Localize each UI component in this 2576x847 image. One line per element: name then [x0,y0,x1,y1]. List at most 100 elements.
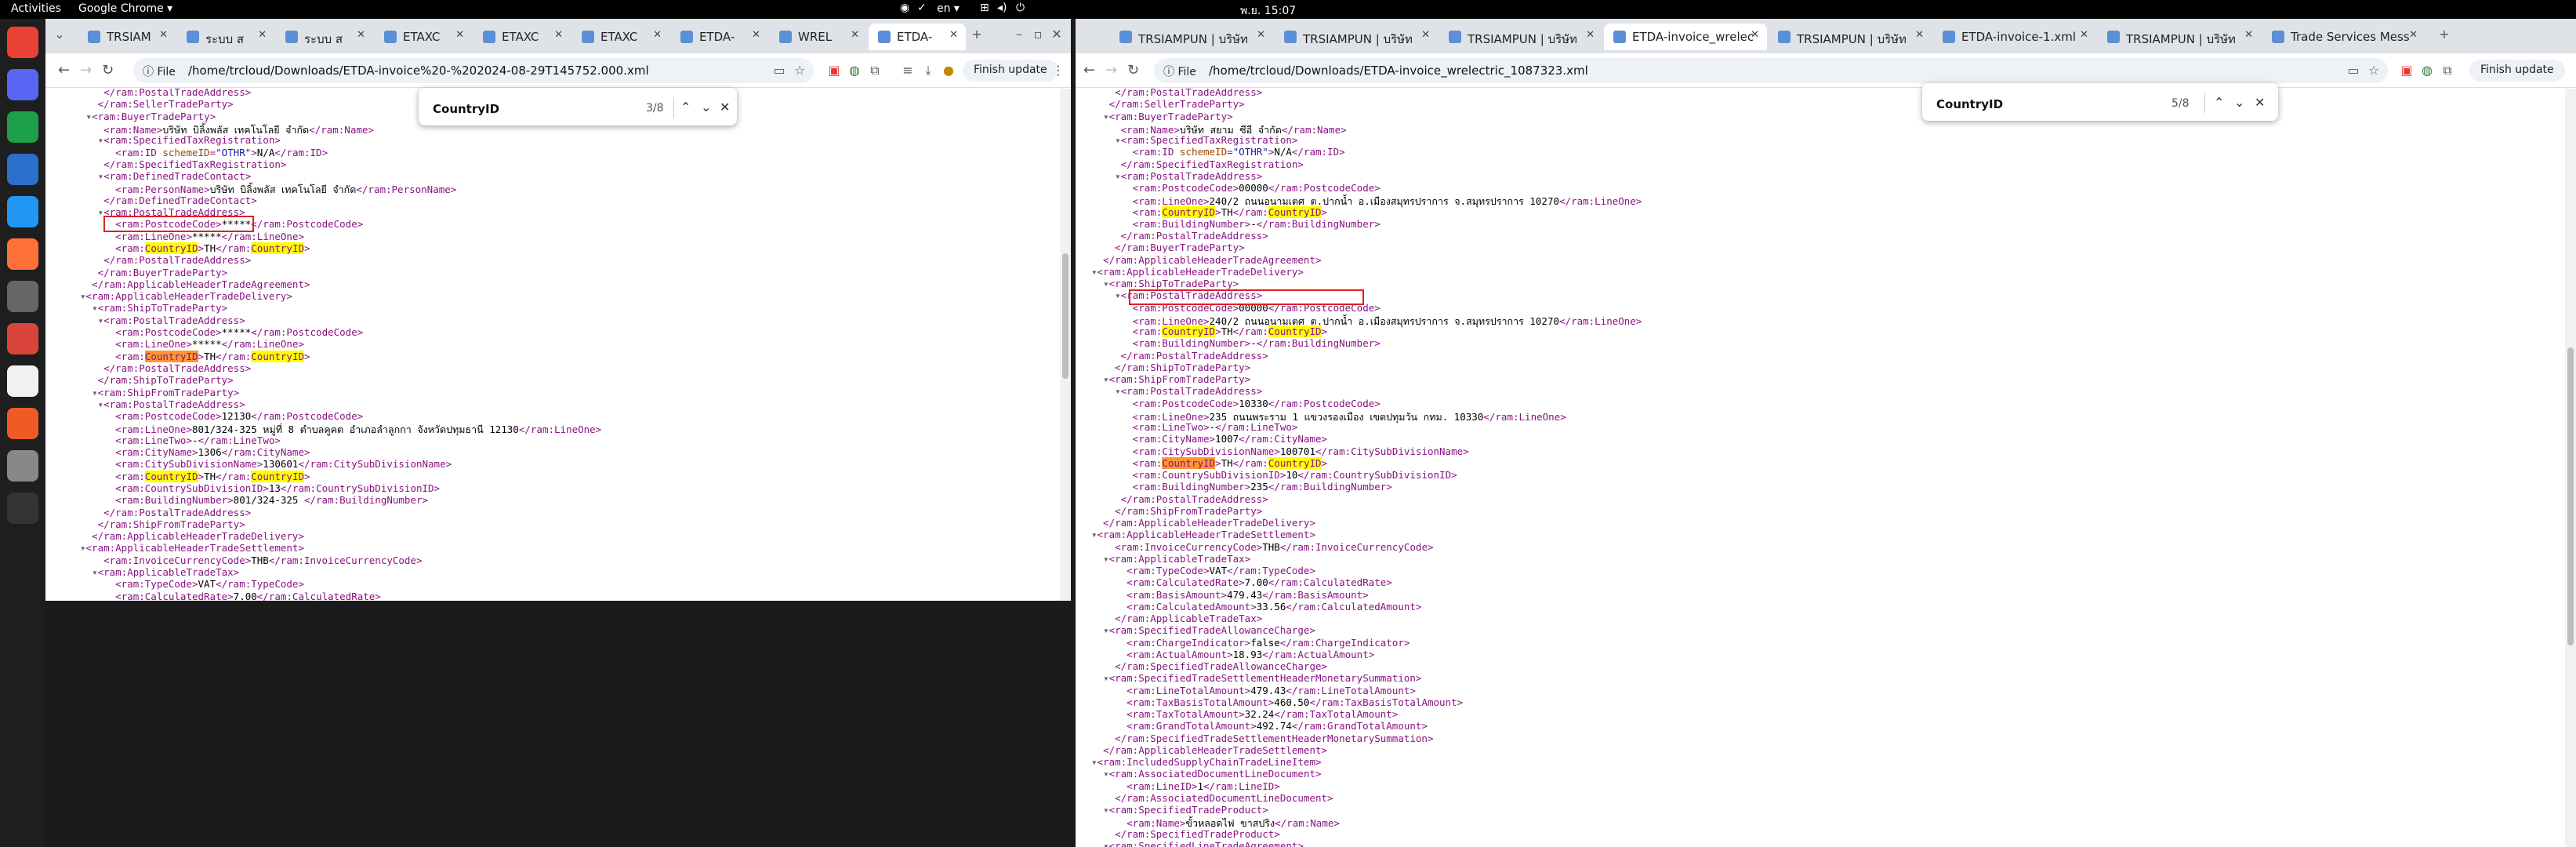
tab-close-icon[interactable]: ✕ [2080,29,2088,41]
browser-tab[interactable]: ETDA- ✕ [671,24,768,50]
find-previous-icon[interactable]: ⌃ [680,100,691,115]
tab-close-icon[interactable]: ✕ [2409,29,2418,41]
page-info-icon[interactable]: ▭ [2346,63,2361,78]
reload-icon[interactable]: ↻ [102,62,114,78]
new-tab-button[interactable]: + [2436,27,2452,42]
input-language-indicator[interactable]: en ▾ [937,2,960,15]
tab-close-icon[interactable]: ✕ [159,29,168,41]
network-tray-icon[interactable]: ✓ [917,2,927,14]
discord-icon[interactable] [7,69,38,100]
browser-tab[interactable]: ระบบ ส ✕ [276,24,373,50]
back-icon[interactable]: ← [58,62,70,78]
tab-close-icon[interactable]: ✕ [455,29,464,41]
tab-close-icon[interactable]: ✕ [554,29,563,41]
browser-tab[interactable]: TRSIAMPUN | บริษัท ✕ [1769,24,1932,50]
browser-tab[interactable]: TRSIAM ✕ [78,24,176,50]
extensions-puzzle-icon[interactable]: ⧉ [2440,63,2455,78]
address-bar[interactable]: ⓘ File /home/trcloud/Downloads/ETDA-invo… [1154,58,2388,83]
libreoffice-writer-icon[interactable] [7,154,38,185]
profile-avatar[interactable]: ● [941,63,956,78]
calculator-icon[interactable] [7,281,38,312]
reload-icon[interactable]: ↻ [1127,62,1139,78]
browser-tab[interactable]: ETAXC ✕ [375,24,472,50]
activities-button[interactable]: Activities [11,2,61,15]
power-icon[interactable]: ⏻ [1016,2,1025,14]
browser-tab[interactable]: ETDA- ✕ [869,24,966,50]
scrollbar-thumb[interactable] [2567,347,2574,645]
tab-close-icon[interactable]: ✕ [1421,29,1430,41]
tab-close-icon[interactable]: ✕ [2244,29,2253,41]
tab-close-icon[interactable]: ✕ [1751,29,1759,41]
find-input[interactable]: CountryID [1936,97,2003,111]
extension-icon-2[interactable]: ◍ [847,63,862,78]
extension-icon-1[interactable]: ▣ [2399,63,2415,78]
extension-icon-2[interactable]: ◍ [2419,63,2435,78]
chrome-icon[interactable] [7,27,38,58]
forward-icon[interactable]: → [80,62,92,78]
tab-close-icon[interactable]: ✕ [851,29,859,41]
browser-tab[interactable]: TRSIAMPUN | บริษัท ✕ [1275,24,1438,50]
finish-update-button[interactable]: Finish update [963,60,1058,82]
tab-close-icon[interactable]: ✕ [357,29,365,41]
minimize-button[interactable]: – [1011,27,1027,42]
page-info-icon[interactable]: ▭ [771,63,787,78]
close-window-button[interactable]: ✕ [1049,27,1065,42]
browser-tab[interactable]: Trade Services Mess ✕ [2262,24,2425,50]
tab-close-icon[interactable]: ✕ [1915,29,1924,41]
address-bar[interactable]: ⓘ File /home/trcloud/Downloads/ETDA-invo… [133,58,814,83]
discord-tray-icon[interactable]: ◉ [900,2,909,14]
browser-tab[interactable]: TRSIAMPUN | บริษัท ✕ [1439,24,1602,50]
browser-tab[interactable]: ETAXC ✕ [572,24,669,50]
maximize-button[interactable]: ▫ [1030,27,1046,42]
url-text[interactable]: /home/trcloud/Downloads/ETDA-invoice_wre… [1209,64,1588,78]
scrollbar[interactable] [2565,89,2576,847]
volume-icon[interactable]: ◂) [997,2,1007,14]
printer-icon[interactable] [7,450,38,482]
xml-line: <ram:CalculatedAmount>33.56</ram:Calcula… [1091,600,1422,613]
tab-close-icon[interactable]: ✕ [653,29,662,41]
extensions-puzzle-icon[interactable]: ⧉ [867,63,883,78]
tab-close-icon[interactable]: ✕ [1586,29,1595,41]
apps-grid-icon[interactable] [7,493,38,524]
tab-close-icon[interactable]: ✕ [949,29,958,41]
bookmark-star-icon[interactable]: ☆ [2366,63,2382,78]
forward-icon[interactable]: → [1105,62,1117,78]
browser-menu-icon[interactable]: ⋮ [1050,63,1066,78]
clock[interactable]: พ.ย. 15:07 [1240,2,1296,20]
browser-tab[interactable]: ETDA-invoice_wrelec ✕ [1604,24,1767,50]
find-previous-icon[interactable]: ⌃ [2214,95,2224,110]
find-input[interactable]: CountryID [433,102,499,116]
extension-icon-1[interactable]: ▣ [826,63,842,78]
back-icon[interactable]: ← [1083,62,1095,78]
finish-update-button[interactable]: Finish update [2469,60,2565,82]
browser-tab[interactable]: ETAXC ✕ [473,24,571,50]
find-next-icon[interactable]: ⌄ [701,100,711,115]
firefox-icon[interactable] [7,238,38,270]
libreoffice-calc-icon[interactable] [7,111,38,143]
tab-search-icon[interactable]: ⌄ [52,27,67,42]
find-close-icon[interactable]: ✕ [2255,95,2265,110]
browser-tab[interactable]: ETDA-invoice-1.xml ✕ [1933,24,2096,50]
browser-tab[interactable]: TRSIAMPUN | บริษัท ✕ [1110,24,1273,50]
find-close-icon[interactable]: ✕ [720,100,730,115]
tab-close-icon[interactable]: ✕ [752,29,760,41]
browser-tab[interactable]: ระบบ ส ✕ [177,24,274,50]
scrollbar[interactable] [1060,89,1071,601]
scrollbar-thumb[interactable] [1062,253,1068,379]
tab-close-icon[interactable]: ✕ [1257,29,1265,41]
find-next-icon[interactable]: ⌄ [2234,95,2244,110]
vscode-icon[interactable] [7,196,38,227]
app-menu[interactable]: Google Chrome ▾ [78,2,172,15]
network-icon[interactable]: ⊞ [980,2,989,14]
browser-tab[interactable]: WREL ✕ [770,24,867,50]
bookmark-star-icon[interactable]: ☆ [792,63,807,78]
text-editor-icon[interactable] [7,365,38,397]
browser-tab[interactable]: TRSIAMPUN | บริษัท ✕ [2098,24,2261,50]
download-icon[interactable]: ⤓ [920,63,936,78]
screenshot-icon[interactable] [7,323,38,354]
new-tab-button[interactable]: + [969,27,985,42]
postman-icon[interactable] [7,408,38,439]
media-controls-icon[interactable]: ≡ [900,63,916,78]
tab-close-icon[interactable]: ✕ [258,29,267,41]
url-text[interactable]: /home/trcloud/Downloads/ETDA-invoice%20-… [188,64,649,78]
